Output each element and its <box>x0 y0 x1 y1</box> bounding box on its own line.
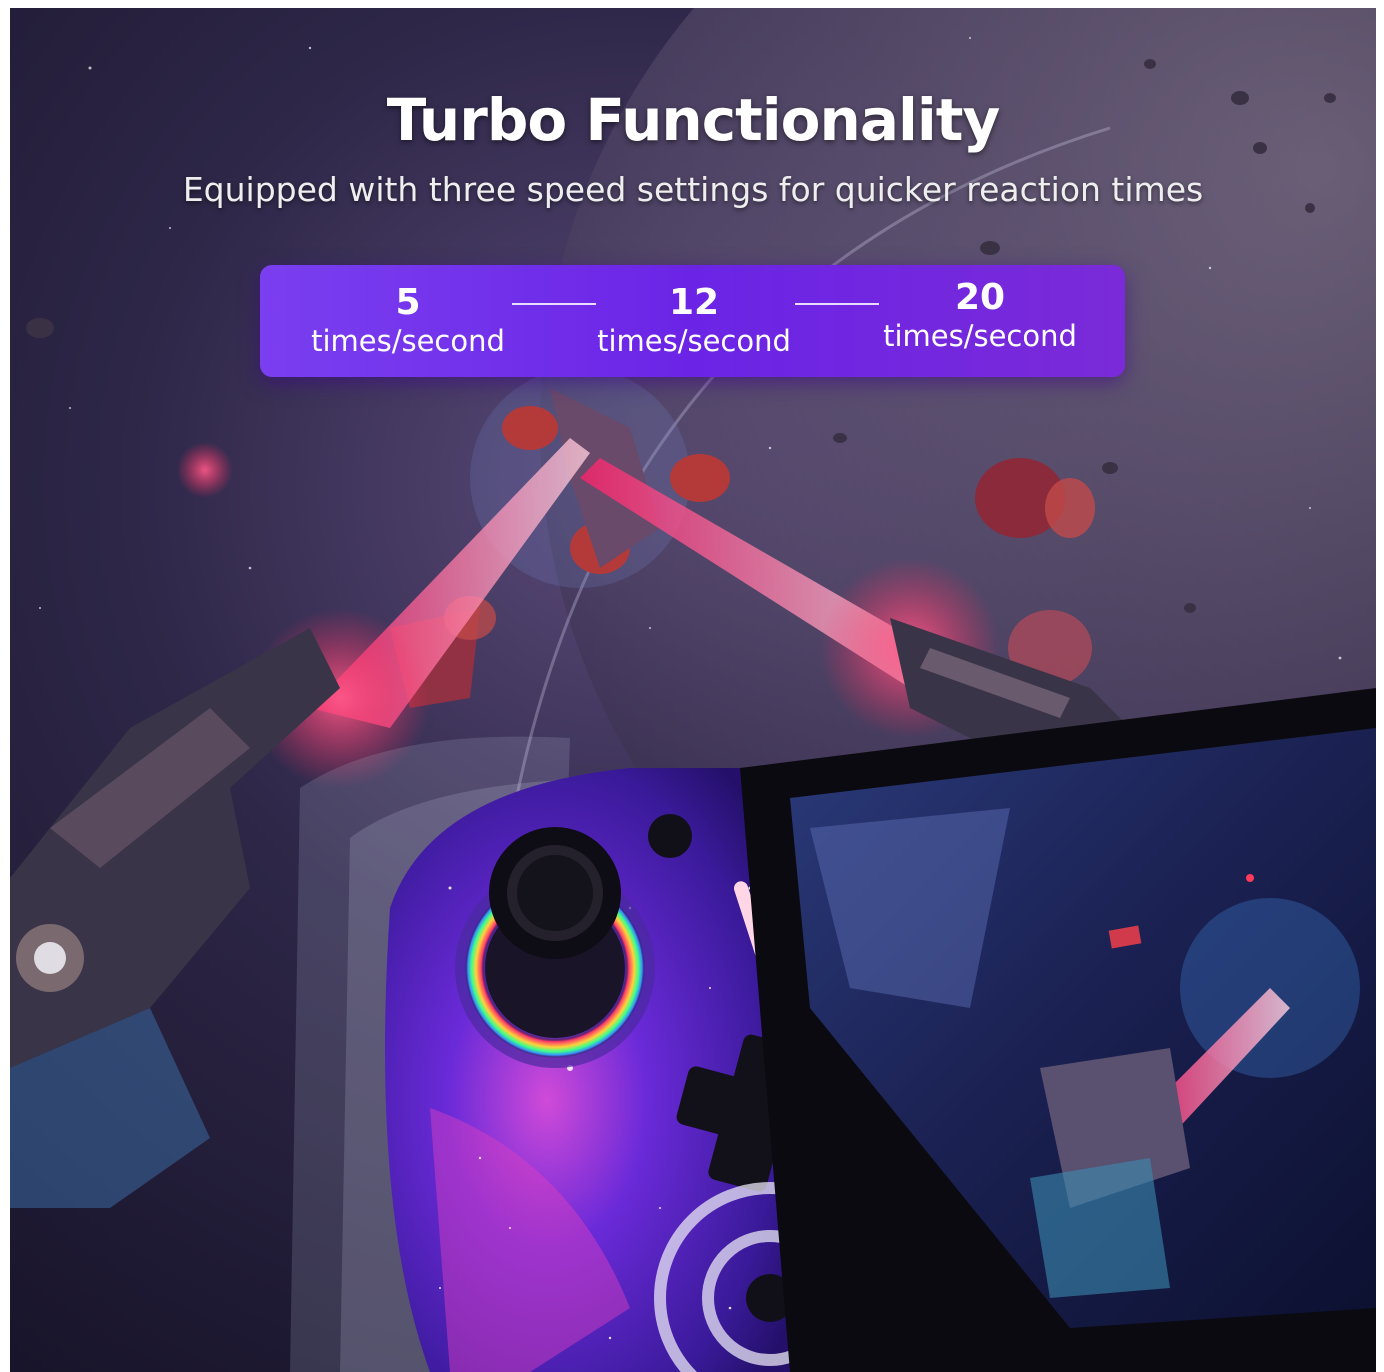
page-subtitle: Equipped with three speed settings for q… <box>182 170 1204 209</box>
speed-value: 20 <box>954 277 1006 318</box>
speed-unit: times/second <box>311 324 505 358</box>
product-banner: Turbo Functionality Equipped with three … <box>10 8 1376 1372</box>
speed-value: 5 <box>395 282 421 323</box>
console <box>740 688 1376 1372</box>
speed-setting-high: 20 times/second <box>860 278 1100 354</box>
space-battle-scene <box>10 8 1376 1372</box>
minus-button <box>648 814 692 858</box>
speed-unit: times/second <box>597 324 791 358</box>
speed-value: 12 <box>668 282 720 323</box>
turbo-speed-panel: 5 times/second 12 times/second 20 times/… <box>260 265 1125 377</box>
page-title: Turbo Functionality <box>386 86 1001 154</box>
speed-unit: times/second <box>883 319 1077 353</box>
speed-setting-low: 5 times/second <box>288 283 528 359</box>
speed-setting-medium: 12 times/second <box>574 283 814 359</box>
explosion <box>177 442 233 498</box>
